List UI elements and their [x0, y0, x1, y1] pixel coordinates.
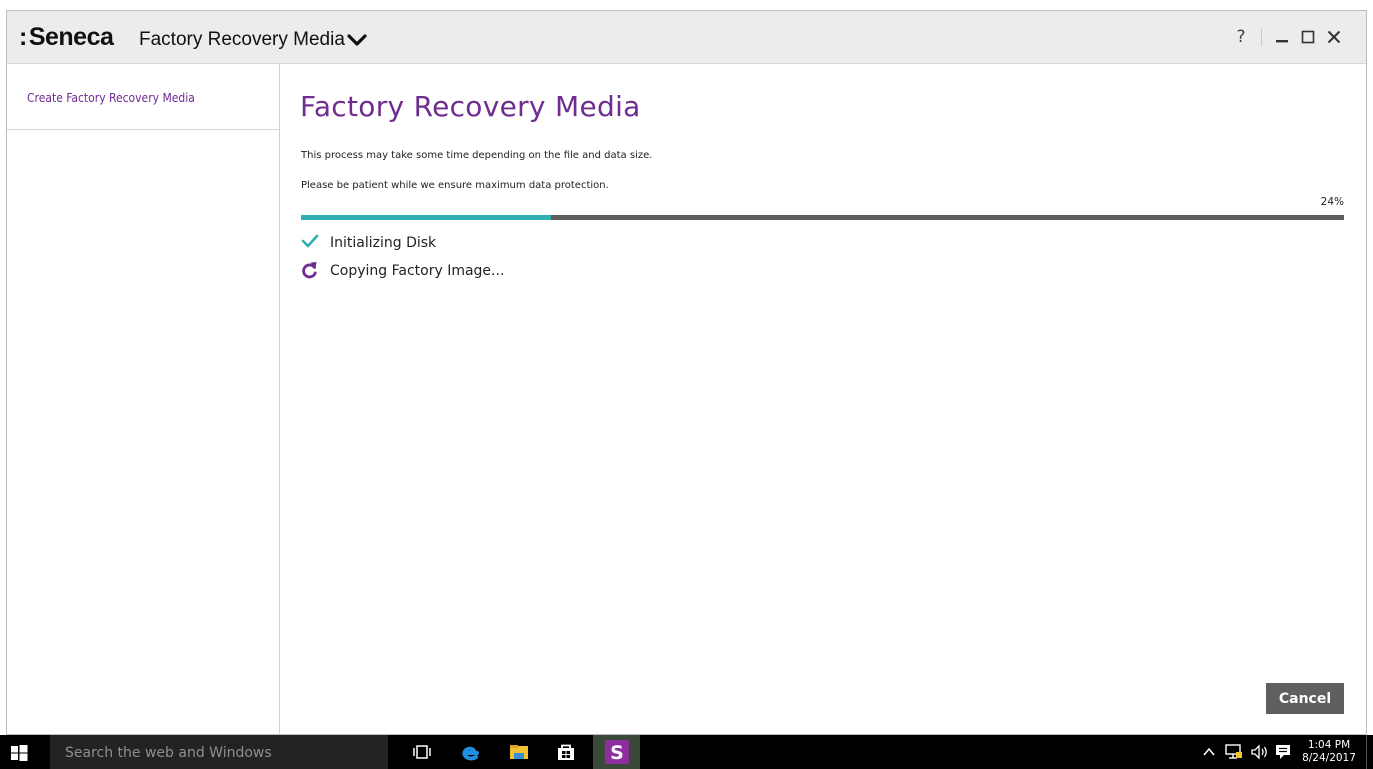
- seneca-app-taskbar-button[interactable]: S: [593, 735, 640, 769]
- page-title: Factory Recovery Media: [300, 90, 641, 123]
- taskbar-search-box[interactable]: Search the web and Windows: [50, 735, 388, 769]
- help-button[interactable]: ?: [1229, 25, 1253, 49]
- svg-text:S: S: [610, 742, 624, 764]
- patience-text: Please be patient while we ensure maximu…: [301, 180, 609, 191]
- main-panel: Factory Recovery Media This process may …: [280, 64, 1366, 734]
- progress-fill: [301, 215, 552, 220]
- progress-bar: [301, 215, 1344, 220]
- maximize-button[interactable]: [1296, 25, 1320, 49]
- sidebar-item-label: Create Factory Recovery Media: [27, 91, 195, 105]
- title-bar: :Seneca Factory Recovery Media ?: [7, 11, 1366, 64]
- step-label: Copying Factory Image...: [330, 263, 505, 279]
- progress-percent: 24%: [1320, 196, 1344, 208]
- brand-prefix: :: [19, 23, 27, 51]
- close-icon: [1327, 30, 1341, 44]
- brand-logo: :Seneca: [19, 23, 114, 52]
- app-window: :Seneca Factory Recovery Media ? Create …: [6, 10, 1367, 735]
- show-desktop-button[interactable]: [1366, 735, 1367, 769]
- windows-start-icon[interactable]: [10, 744, 28, 762]
- sidebar-item-create-factory-recovery-media[interactable]: Create Factory Recovery Media: [7, 64, 279, 130]
- refresh-icon: [302, 262, 317, 279]
- title-separator: [1261, 29, 1262, 46]
- brand-name: Seneca: [28, 23, 114, 51]
- store-icon[interactable]: [554, 741, 578, 763]
- cancel-button[interactable]: Cancel: [1266, 683, 1344, 714]
- minimize-button[interactable]: [1270, 25, 1294, 49]
- file-explorer-icon[interactable]: [507, 741, 531, 763]
- app-title: Factory Recovery Media: [139, 29, 345, 50]
- minimize-icon: [1276, 40, 1288, 43]
- step-label: Initializing Disk: [330, 235, 437, 251]
- edge-icon[interactable]: [458, 741, 482, 763]
- taskbar: Search the web and Windows S 1:04 PM 8/2…: [0, 735, 1373, 769]
- sidebar: Create Factory Recovery Media: [7, 64, 280, 734]
- description-text: This process may take some time dependin…: [301, 150, 653, 161]
- action-center-icon[interactable]: [1274, 743, 1292, 761]
- check-icon: [301, 234, 319, 248]
- clock-date: 8/24/2017: [1302, 752, 1356, 764]
- taskbar-clock[interactable]: 1:04 PM 8/24/2017: [1298, 739, 1360, 765]
- chevron-down-icon[interactable]: [345, 28, 369, 52]
- close-button[interactable]: [1322, 25, 1346, 49]
- chevron-up-icon[interactable]: [1202, 746, 1216, 758]
- maximize-icon: [1301, 30, 1315, 44]
- clock-time: 1:04 PM: [1307, 739, 1351, 751]
- task-view-icon[interactable]: [410, 741, 434, 763]
- volume-icon[interactable]: [1250, 744, 1270, 760]
- seneca-app-icon: S: [605, 740, 629, 764]
- search-placeholder: Search the web and Windows: [65, 745, 272, 761]
- network-icon[interactable]: [1225, 744, 1243, 760]
